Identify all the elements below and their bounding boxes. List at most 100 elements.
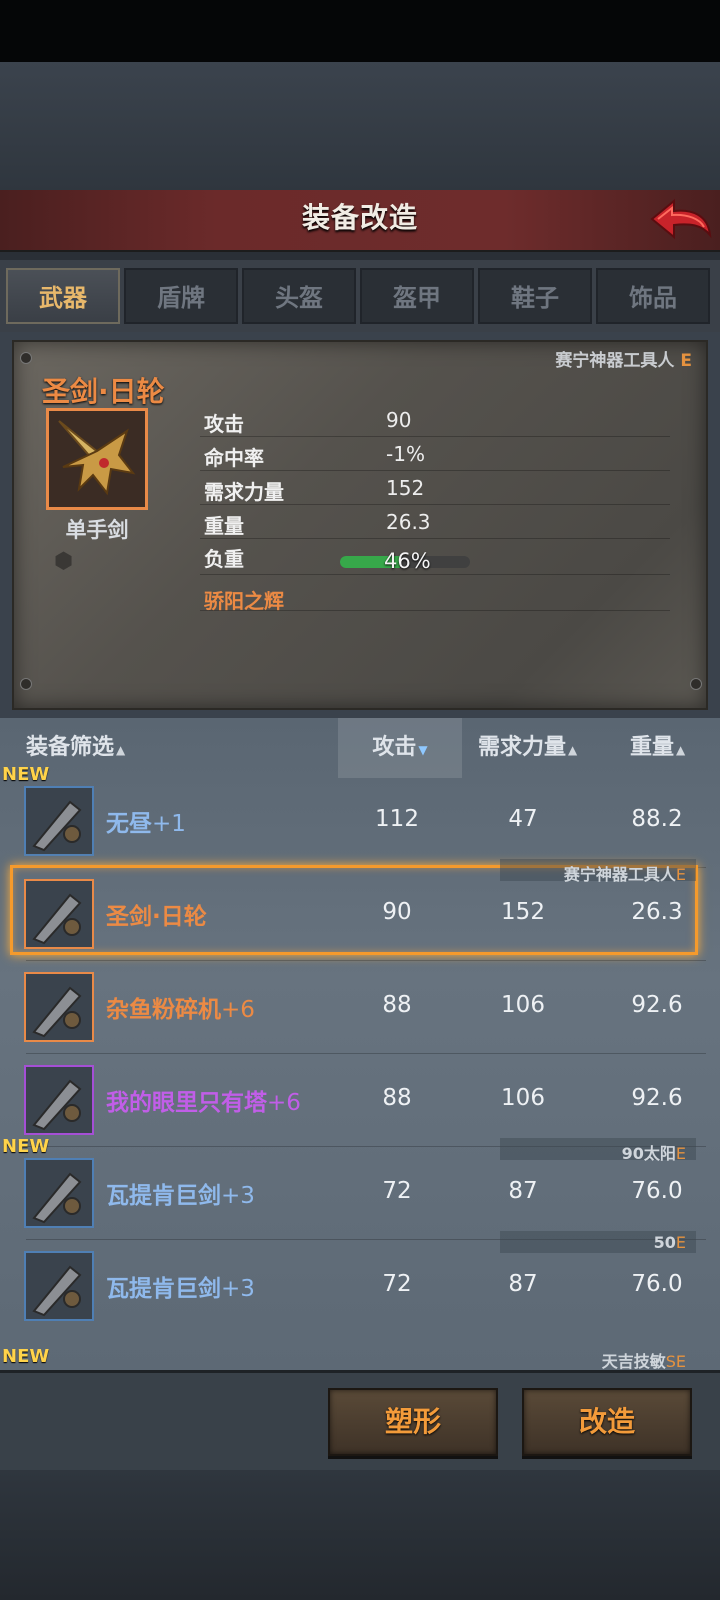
background-upper	[0, 62, 720, 192]
sort-weight[interactable]: 重量 ▲	[630, 718, 685, 778]
weapon-thumbnail-icon	[24, 972, 94, 1042]
divider	[200, 504, 670, 505]
stat-label-strength: 需求力量	[204, 480, 284, 504]
equipment-row[interactable]: 杂鱼粉碎机+6 88 106 92.6	[0, 962, 720, 1054]
item-name: 无昼+1	[106, 804, 186, 838]
stat-value-weight: 26.3	[386, 510, 431, 534]
divider	[200, 574, 670, 575]
weapon-name: 圣剑·日轮	[42, 375, 165, 408]
item-attack: 88	[382, 992, 412, 1018]
list-header: 装备筛选 ▲ 攻击 ▼ 需求力量 ▲ 重量 ▲	[0, 718, 720, 778]
weapon-thumbnail-icon	[24, 786, 94, 856]
item-weight: 76.0	[631, 1178, 683, 1204]
sort-weight-label: 重量	[630, 735, 675, 760]
sort-arrow-icon: ▲	[676, 743, 686, 757]
filter-label: 装备筛选	[26, 735, 115, 760]
equipment-row[interactable]: 无昼+1 112 47 88.2	[0, 776, 720, 868]
item-strength: 47	[508, 806, 538, 832]
stat-label-accuracy: 命中率	[204, 446, 264, 470]
item-weight: 92.6	[631, 992, 683, 1018]
item-tag: 赛宁神器工具人E	[564, 861, 686, 885]
rivet-icon	[20, 678, 32, 690]
row-divider	[26, 1053, 706, 1054]
item-strength: 87	[508, 1178, 538, 1204]
item-name: 瓦提肯巨剑+3	[106, 1176, 255, 1210]
item-strength: 106	[501, 1085, 545, 1111]
equipment-row[interactable]: 圣剑·日轮 90 152 26.3 赛宁神器工具人E	[0, 859, 720, 961]
tab-shield[interactable]: 盾牌	[124, 268, 238, 324]
tab-helmet[interactable]: 头盔	[242, 268, 356, 324]
item-attack: 88	[382, 1085, 412, 1111]
item-strength: 87	[508, 1271, 538, 1297]
reshape-button[interactable]: 塑形	[328, 1388, 498, 1456]
item-tag-grade: E	[675, 1144, 686, 1163]
sort-strength[interactable]: 需求力量 ▲	[478, 718, 577, 778]
item-tag: 天吉技敏SE	[602, 1348, 686, 1372]
weapon-thumbnail-icon	[24, 1251, 94, 1321]
item-tag-text: 天吉技敏	[601, 1352, 666, 1371]
item-weight: 92.6	[631, 1085, 683, 1111]
item-level: +1	[152, 811, 186, 837]
maker-name: 赛宁神器工具人	[555, 351, 675, 371]
rivet-icon	[20, 352, 32, 364]
tab-weapon[interactable]: 武器	[6, 268, 120, 324]
item-tag: 90太阳E	[622, 1140, 686, 1164]
item-tag: 50E	[654, 1233, 686, 1252]
equipment-row[interactable]: 瓦提肯巨剑+3 72 87 76.0 50E	[0, 1231, 720, 1333]
item-tag-text: 90太阳	[621, 1144, 676, 1163]
item-level: +6	[267, 1090, 301, 1116]
item-weight: 76.0	[631, 1271, 683, 1297]
back-arrow-icon[interactable]	[648, 197, 714, 245]
modify-button[interactable]: 改造	[522, 1388, 692, 1456]
tab-accessory[interactable]: 饰品	[596, 268, 710, 324]
divider	[200, 436, 670, 437]
item-weight: 26.3	[631, 899, 683, 925]
new-badge: NEW	[2, 1346, 50, 1367]
item-name: 圣剑·日轮	[106, 897, 207, 931]
item-level: +3	[221, 1183, 255, 1209]
item-name-text: 圣剑·日轮	[106, 904, 207, 930]
item-name-text: 瓦提肯巨剑	[106, 1183, 221, 1209]
stat-value-accuracy: -1%	[386, 442, 425, 466]
row-divider	[26, 960, 706, 961]
weapon-thumbnail-icon	[24, 879, 94, 949]
item-name-text: 无昼	[106, 811, 152, 837]
item-name-text: 杂鱼粉碎机	[106, 997, 221, 1023]
status-bar	[0, 0, 720, 62]
weapon-thumbnail-icon	[24, 1158, 94, 1228]
stat-label-load: 负重	[204, 547, 244, 571]
sort-arrow-icon: ▲	[568, 743, 578, 757]
item-tag-grade: SE	[665, 1352, 686, 1371]
weapon-thumbnail-icon	[24, 1065, 94, 1135]
sort-attack[interactable]: 攻击 ▼	[338, 718, 462, 778]
item-tag-text: 赛宁神器工具人	[563, 865, 676, 884]
equipment-row[interactable]: 瓦提肯巨剑+3 72 87 76.0 90太阳E	[0, 1138, 720, 1240]
page-title: 装备改造	[301, 201, 418, 234]
item-name: 杂鱼粉碎机+6	[106, 990, 255, 1024]
tab-armor[interactable]: 盔甲	[360, 268, 474, 324]
sort-strength-label: 需求力量	[478, 735, 567, 760]
divider	[200, 610, 670, 611]
item-strength: 152	[501, 899, 545, 925]
item-level: +3	[221, 1276, 255, 1302]
sort-desc-icon: ▼	[418, 743, 428, 757]
stat-value-strength: 152	[386, 476, 425, 500]
sort-attack-label: 攻击	[372, 735, 417, 760]
stat-label-weight: 重量	[204, 514, 244, 538]
stat-value-attack: 90	[386, 408, 412, 432]
maker-grade: E	[680, 351, 692, 371]
equipment-row[interactable]: 我的眼里只有塔+6 88 106 92.6	[0, 1055, 720, 1147]
socket-hexagon-icon: ⬢	[54, 549, 74, 574]
category-tabs: 武器 盾牌 头盔 盔甲 鞋子 饰品	[0, 260, 720, 335]
item-name: 瓦提肯巨剑+3	[106, 1269, 255, 1303]
background-lower	[0, 1470, 720, 1600]
item-attack: 90	[382, 899, 412, 925]
item-tag-grade: E	[675, 1233, 686, 1252]
item-name: 我的眼里只有塔+6	[106, 1083, 301, 1117]
item-tag-text: 50	[653, 1233, 676, 1252]
load-value: 46%	[384, 549, 431, 573]
tab-shoes[interactable]: 鞋子	[478, 268, 592, 324]
new-badge: NEW	[2, 1136, 50, 1157]
item-weight: 88.2	[631, 806, 683, 832]
rivet-icon	[690, 678, 702, 690]
